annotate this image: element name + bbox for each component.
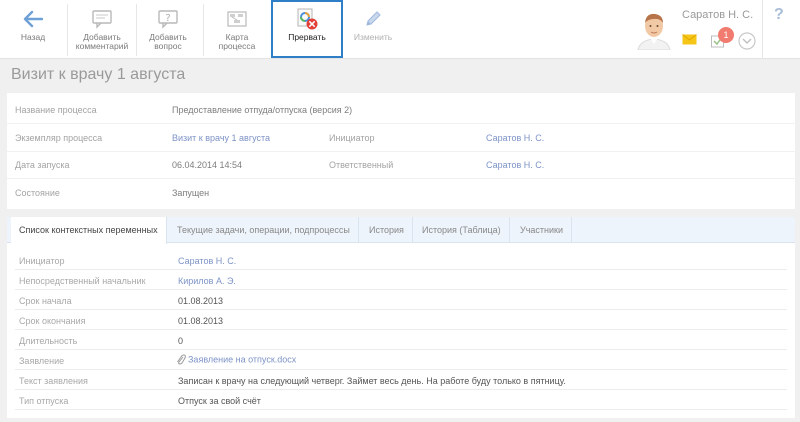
- variable-name: Заявление: [19, 356, 65, 366]
- start-date-value: 06.04.2014 14:54: [172, 160, 243, 170]
- attachment-link[interactable]: Заявление на отпуск.docx: [176, 354, 296, 366]
- svg-text:?: ?: [165, 13, 170, 24]
- back-button[interactable]: Назад: [8, 0, 58, 58]
- table-row: Срок начала 01.08.2013: [15, 291, 787, 310]
- initiator-label: Инициатор: [329, 133, 375, 143]
- responsible-label: Ответственный: [329, 160, 394, 170]
- mail-icon[interactable]: [682, 34, 697, 47]
- details-panel: Список контекстных переменных Текущие за…: [7, 217, 795, 418]
- pencil-icon: [363, 8, 383, 30]
- add-comment-label-2: комментарий: [75, 41, 129, 51]
- arrow-left-icon: [23, 8, 43, 30]
- variable-name: Длительность: [19, 336, 78, 346]
- interrupt-icon: [294, 8, 320, 30]
- table-row: Инициатор Саратов Н. С.: [15, 251, 787, 270]
- toolbar-separator: [136, 4, 137, 56]
- tabs-bar: Список контекстных переменных Текущие за…: [7, 217, 795, 244]
- tab-history[interactable]: История: [361, 217, 413, 243]
- tab-current-tasks[interactable]: Текущие задачи, операции, подпроцессы: [169, 217, 359, 243]
- table-row: Непосредственный начальник Кирилов А. Э.: [15, 271, 787, 290]
- process-map-button[interactable]: Карта процесса: [206, 0, 268, 58]
- variable-value-link[interactable]: Кирилов А. Э.: [178, 276, 236, 286]
- variable-value: Записан к врачу на следующий четверг. За…: [178, 376, 566, 386]
- variable-name: Срок окончания: [19, 316, 86, 326]
- page-title: Визит к врачу 1 августа: [11, 66, 186, 83]
- help-button[interactable]: ?: [774, 6, 784, 24]
- process-name-label: Название процесса: [15, 105, 97, 115]
- add-question-label-2: вопрос: [154, 41, 182, 51]
- start-date-label: Дата запуска: [15, 160, 70, 170]
- variable-name: Текст заявления: [19, 376, 88, 386]
- toolbar-separator: [67, 4, 68, 56]
- variable-value-link[interactable]: Саратов Н. С.: [178, 256, 236, 266]
- variable-name: Тип отпуска: [19, 396, 69, 406]
- initiator-link[interactable]: Саратов Н. С.: [486, 133, 544, 143]
- divider: [7, 123, 795, 124]
- interrupt-button[interactable]: Прервать: [271, 0, 343, 58]
- tab-history-table[interactable]: История (Таблица): [414, 217, 510, 243]
- variable-name: Срок начала: [19, 296, 72, 306]
- process-map-icon: [226, 8, 248, 30]
- process-properties: Название процесса Предоставление отпуда/…: [7, 93, 795, 209]
- table-row: Длительность 0: [15, 331, 787, 350]
- back-label: Назад: [20, 32, 46, 42]
- edit-label: Изменить: [353, 32, 393, 42]
- variable-name: Инициатор: [19, 256, 65, 266]
- table-row: Заявление Заявление на отпуск.docx: [15, 351, 787, 370]
- variable-value: Отпуск за свой счёт: [178, 396, 261, 406]
- help-separator: [762, 0, 763, 58]
- variable-value: 0: [178, 336, 184, 346]
- notifications-badge: 1: [718, 27, 734, 43]
- table-row: Тип отпуска Отпуск за свой счёт: [15, 391, 787, 410]
- tab-participants[interactable]: Участники: [512, 217, 572, 243]
- user-name[interactable]: Саратов Н. С.: [682, 9, 753, 21]
- add-comment-button[interactable]: Добавить комментарий: [70, 0, 134, 58]
- state-label: Состояние: [15, 188, 60, 198]
- chevron-down-icon[interactable]: [738, 32, 756, 52]
- edit-button[interactable]: Изменить: [346, 0, 400, 58]
- responsible-link[interactable]: Саратов Н. С.: [486, 160, 544, 170]
- toolbar-separator: [203, 4, 204, 56]
- instance-label: Экземпляр процесса: [15, 133, 103, 143]
- tab-context-variables[interactable]: Список контекстных переменных: [11, 217, 167, 244]
- instance-link[interactable]: Визит к врачу 1 августа: [172, 133, 270, 143]
- avatar[interactable]: [636, 10, 672, 51]
- interrupt-label: Прервать: [288, 32, 326, 42]
- process-name-value: Предоставление отпуда/отпуска (версия 2): [172, 105, 353, 115]
- divider: [7, 178, 795, 179]
- table-row: Текст заявления Записан к врачу на следу…: [15, 371, 787, 390]
- process-map-label-2: процесса: [218, 41, 256, 51]
- variable-value: 01.08.2013: [178, 316, 224, 326]
- divider: [7, 151, 795, 152]
- variable-name: Непосредственный начальник: [19, 276, 146, 286]
- paperclip-icon: [177, 354, 186, 365]
- question-icon: ?: [157, 8, 179, 30]
- add-question-button[interactable]: ? Добавить вопрос: [138, 0, 198, 58]
- variable-value: 01.08.2013: [178, 296, 224, 306]
- comment-icon: [91, 8, 113, 30]
- attachment-filename: Заявление на отпуск.docx: [188, 354, 297, 365]
- state-value: Запущен: [172, 188, 210, 198]
- table-row: Срок окончания 01.08.2013: [15, 311, 787, 330]
- toolbar: Назад Добавить комментарий ? Добавить во…: [0, 0, 800, 59]
